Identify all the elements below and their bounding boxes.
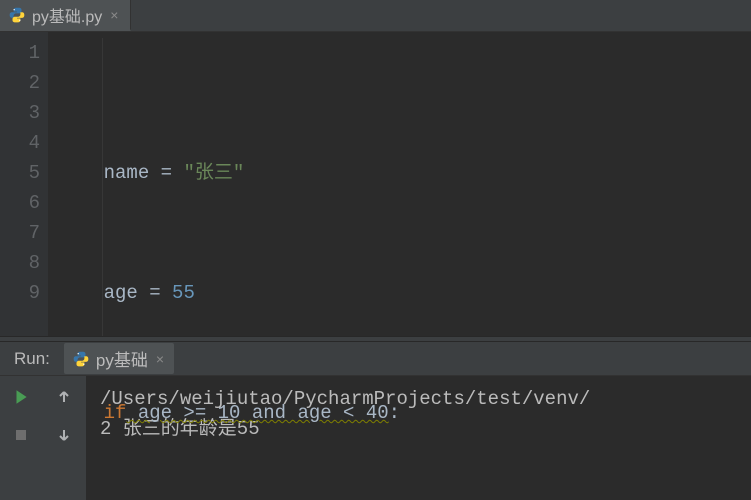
code-area[interactable]: name = "张三" age = 55 if age >= 10 and ag… [48,32,751,336]
file-tab[interactable]: py基础.py × [0,0,131,31]
colon: : [389,402,400,424]
python-file-icon [8,6,26,24]
line-number: 4 [0,128,40,158]
number-literal: 55 [172,282,195,304]
code-line: name = "张三" [48,158,751,188]
operator: = [138,282,172,304]
keyword-if: if [104,402,127,424]
identifier: age [104,282,138,304]
line-number: 6 [0,188,40,218]
string-literal: "张三" [183,162,244,184]
condition: age >= 10 and age < 40 [126,402,388,424]
line-number-gutter: 1 2 3 4 5 6 7 8 9 [0,32,48,336]
identifier: name [104,162,150,184]
indent-guide [102,38,103,336]
run-toolbar-left [0,376,42,500]
line-number: 2 [0,68,40,98]
line-number: 8 [0,248,40,278]
operator: = [149,162,183,184]
close-icon[interactable]: × [108,7,120,23]
editor-tab-bar: py基础.py × [0,0,751,32]
line-number: 1 [0,38,40,68]
code-line: if age >= 10 and age < 40: [48,398,751,428]
run-label: Run: [14,349,50,369]
line-number: 3 [0,98,40,128]
line-number: 7 [0,218,40,248]
rerun-button[interactable] [10,386,32,408]
line-number: 9 [0,278,40,308]
code-line: age = 55 [48,278,751,308]
file-tab-label: py基础.py [32,3,102,27]
stop-button[interactable] [10,424,32,446]
code-editor: 1 2 3 4 5 6 7 8 9 name = "张三" age = 55 i… [0,32,751,336]
line-number: 5 [0,158,40,188]
